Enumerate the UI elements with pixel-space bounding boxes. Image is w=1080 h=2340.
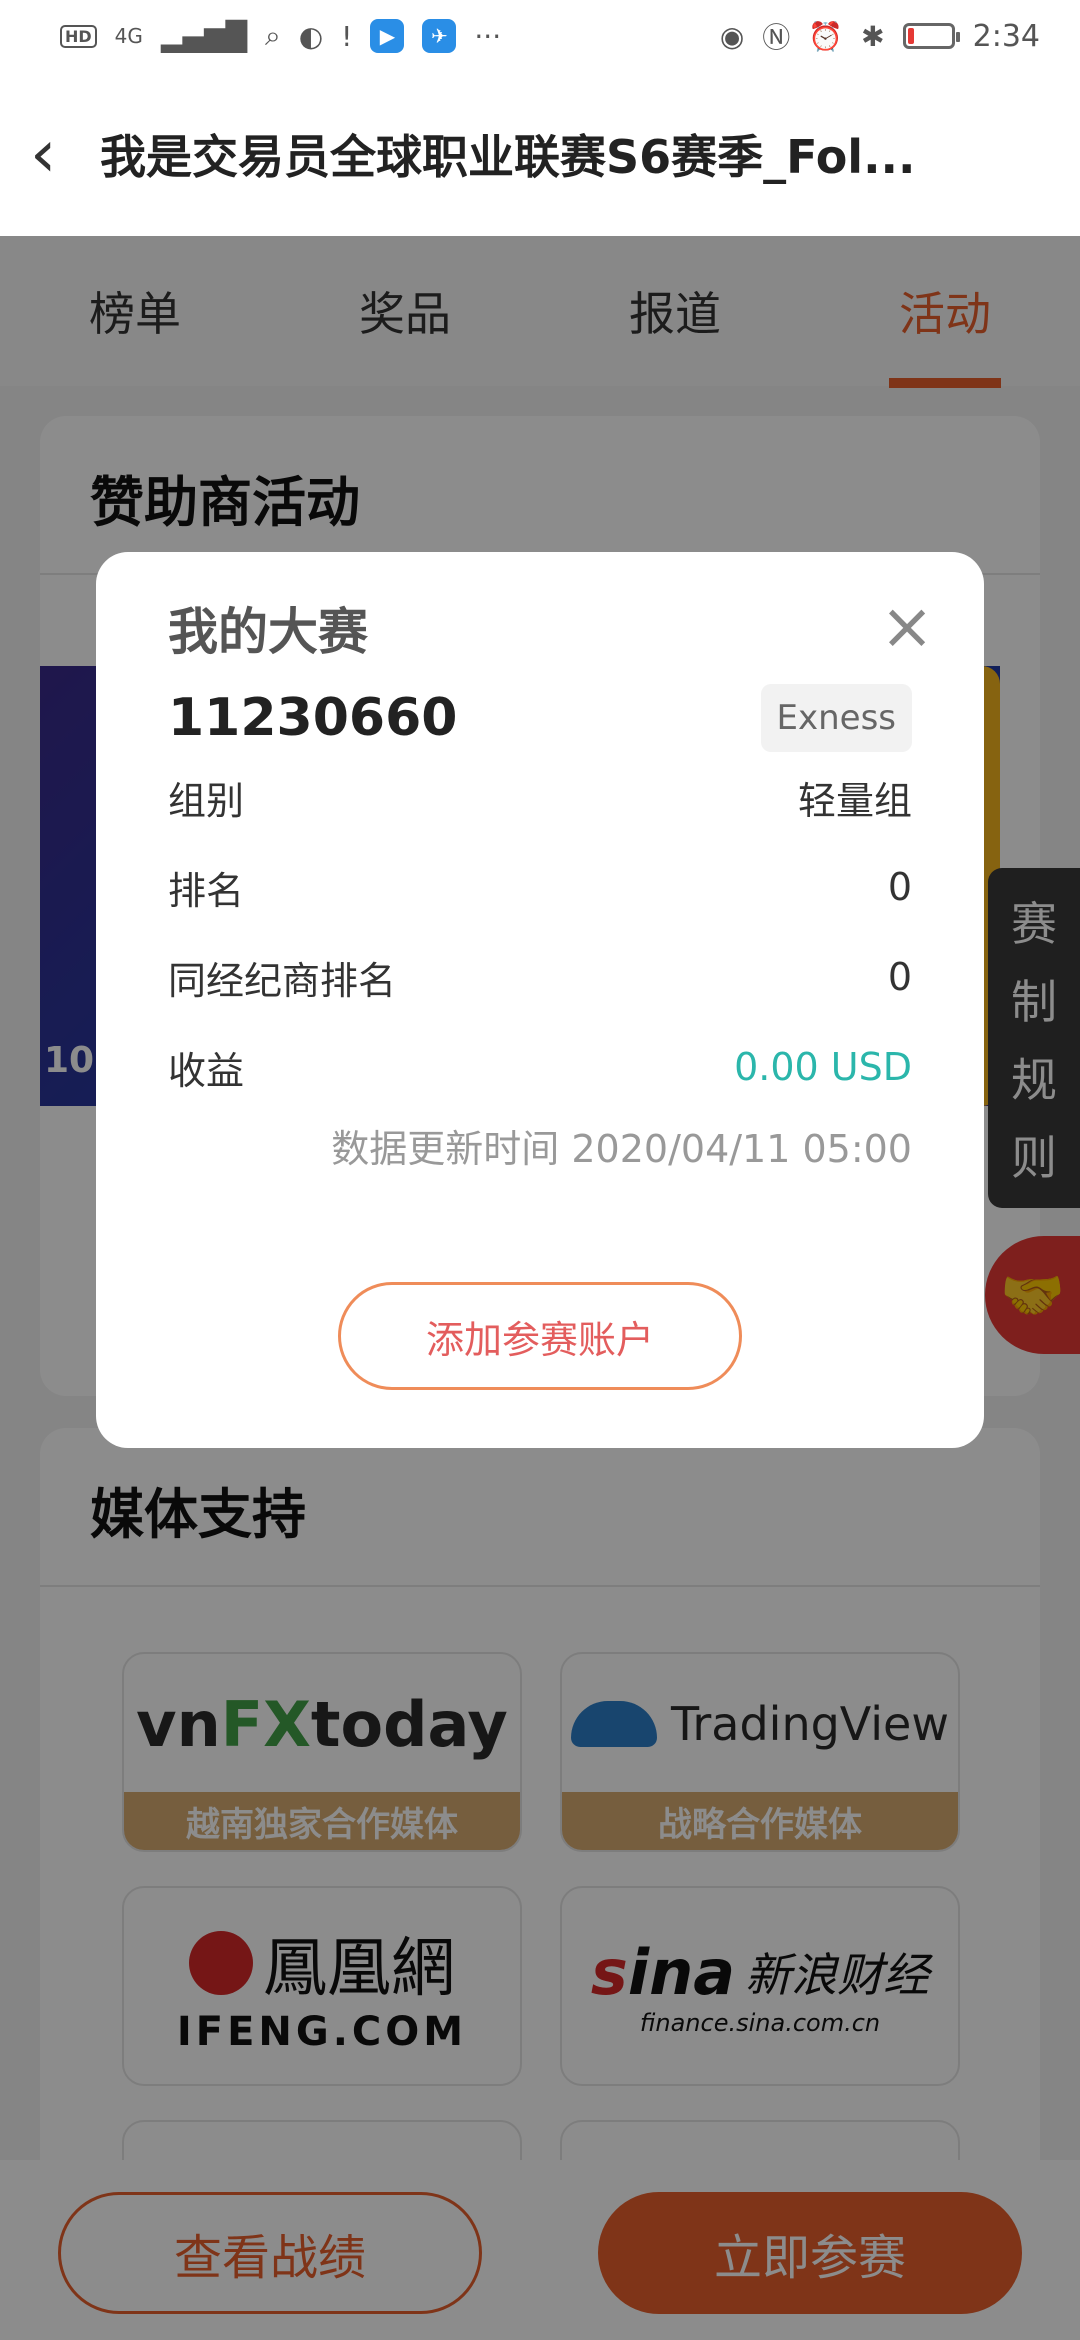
more-notifications-icon: ··· (474, 19, 502, 53)
info-value: 0 (887, 955, 912, 999)
account-number: 11230660 (168, 688, 458, 748)
app-header: ‹ 我是交易员全球职业联赛S6赛季_Fol... (0, 72, 1080, 236)
signal-icon: ▂▄▆█ (160, 19, 248, 53)
info-row-rank: 排名 0 (168, 842, 912, 932)
income-value: 0.00 USD (734, 1045, 912, 1089)
page-title: 我是交易员全球职业联赛S6赛季_Fol... (100, 130, 916, 184)
back-arrow-icon[interactable]: ‹ (30, 121, 100, 187)
bluetooth-icon: ✱ (861, 19, 885, 53)
broker-badge: Exness (760, 684, 912, 752)
eye-icon: ◉ (719, 19, 745, 53)
nfc-icon: Ⓝ (762, 21, 791, 54)
status-time: 2:34 (972, 18, 1040, 54)
data-update-time: 数据更新时间 2020/04/11 05:00 (331, 1127, 912, 1171)
info-value: 0 (887, 865, 912, 909)
hd-indicator: HD (60, 24, 97, 48)
info-label: 同经纪商排名 (168, 958, 397, 1003)
info-label: 组别 (168, 778, 245, 823)
info-row-group: 组别 轻量组 (168, 752, 912, 842)
info-label: 收益 (168, 1048, 245, 1093)
message-app-icon: ✈ (422, 19, 457, 53)
battery-icon (902, 23, 960, 49)
status-left: HD 4G ▂▄▆█ ⌕ ◐ ! ▶ ✈ ··· (60, 19, 501, 53)
alert-icon: ! (341, 19, 353, 53)
info-row-income: 收益 0.00 USD (168, 1022, 912, 1112)
app-notification-icon: ◐ (298, 19, 324, 53)
account-row: 11230660 Exness (168, 684, 912, 752)
search-icon: ⌕ (265, 19, 281, 52)
delivery-app-icon: ▶ (370, 19, 405, 53)
status-bar: HD 4G ▂▄▆█ ⌕ ◐ ! ▶ ✈ ··· ◉ Ⓝ ⏰ ✱ 2:34 (0, 0, 1080, 72)
my-contest-modal: 我的大赛 × 11230660 Exness 组别 轻量组 排名 0 同经纪商排… (96, 552, 984, 1448)
alarm-icon: ⏰ (808, 19, 844, 53)
modal-title: 我的大赛 (168, 603, 368, 661)
network-indicator: 4G (114, 24, 143, 48)
status-right: ◉ Ⓝ ⏰ ✱ 2:34 (720, 16, 1040, 56)
info-label: 排名 (168, 868, 245, 913)
close-icon[interactable]: × (880, 595, 934, 659)
info-value: 轻量组 (797, 778, 912, 823)
add-contest-account-button[interactable]: 添加参赛账户 (338, 1282, 742, 1390)
info-row-broker-rank: 同经纪商排名 0 (168, 932, 912, 1022)
